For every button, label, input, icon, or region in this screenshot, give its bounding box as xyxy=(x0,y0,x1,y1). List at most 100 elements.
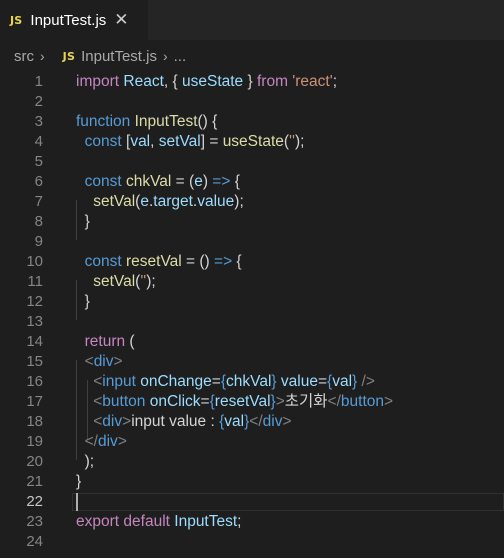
code-token: const xyxy=(84,253,122,270)
code-line[interactable]: 15 <div> xyxy=(0,352,504,372)
breadcrumb: src › JS InputTest.js › ... xyxy=(0,40,504,72)
breadcrumb-more[interactable]: ... xyxy=(174,48,187,65)
code-line[interactable]: 11 setVal(''); xyxy=(0,272,504,292)
line-number: 22 xyxy=(26,493,43,510)
code-token: = xyxy=(200,393,210,410)
code-token: { xyxy=(232,253,242,270)
code-token: onClick xyxy=(149,393,201,410)
code-text: <button onClick={resetVal}>초기화</button> xyxy=(76,392,393,412)
code-token: > xyxy=(113,353,123,370)
code-line[interactable]: 14 return ( xyxy=(0,332,504,352)
code-token: div xyxy=(97,433,118,450)
code-token: ; xyxy=(332,73,337,90)
code-line[interactable]: 22 xyxy=(0,492,504,512)
code-token: 'react' xyxy=(292,73,333,90)
code-text: import React, { useState } from 'react'; xyxy=(76,72,337,92)
breadcrumb-folder[interactable]: src xyxy=(14,48,34,65)
code-line[interactable]: 21} xyxy=(0,472,504,492)
code-token: 초기화 xyxy=(284,393,328,410)
code-token: resetVal xyxy=(214,393,271,410)
line-number: 16 xyxy=(26,373,43,390)
code-line[interactable]: 19 </div> xyxy=(0,432,504,452)
code-token: div xyxy=(102,413,123,430)
code-token: default xyxy=(123,513,170,530)
code-line[interactable]: 3 function InputTest() { xyxy=(0,112,504,132)
code-token: => xyxy=(214,253,233,270)
line-number: 9 xyxy=(34,233,43,250)
close-icon[interactable]: ✕ xyxy=(114,10,128,30)
code-token: button xyxy=(340,393,385,410)
line-number: 4 xyxy=(34,133,43,150)
code-line[interactable]: 1 import React, { useState } from 'react'… xyxy=(0,72,504,92)
chevron-right-icon: › xyxy=(40,48,45,64)
code-token: setVal xyxy=(93,193,136,210)
code-line[interactable]: 5 xyxy=(0,152,504,172)
code-token: ); xyxy=(234,193,244,210)
code-line[interactable]: 20 ); xyxy=(0,452,504,472)
code-token: useState xyxy=(222,133,284,150)
code-text: } xyxy=(76,472,81,492)
code-token: input value : xyxy=(131,413,220,430)
line-number: 5 xyxy=(34,153,43,170)
code-text: const resetVal = () => { xyxy=(76,252,242,272)
code-text: function InputTest() { xyxy=(76,112,217,132)
code-line[interactable]: 12 } xyxy=(0,292,504,312)
code-line[interactable]: 7 setVal(e.target.value); xyxy=(0,192,504,212)
code-token: input xyxy=(102,373,136,390)
code-token: < xyxy=(84,353,94,370)
code-line[interactable]: 9 xyxy=(0,232,504,252)
code-line[interactable]: 24 xyxy=(0,532,504,552)
code-token: < xyxy=(93,413,103,430)
code-text: <div> xyxy=(76,352,123,372)
line-number: 10 xyxy=(26,253,43,270)
code-token: ( xyxy=(125,333,135,350)
line-number: 12 xyxy=(26,293,43,310)
code-line[interactable]: 16 <input onChange={chkVal} value={val} … xyxy=(0,372,504,392)
code-text: setVal(''); xyxy=(76,272,156,292)
code-token: } xyxy=(76,213,90,230)
code-line[interactable]: 10 const resetVal = () => { xyxy=(0,252,504,272)
line-number: 24 xyxy=(26,533,43,550)
code-token: ); xyxy=(146,273,156,290)
code-line[interactable]: 6 const chkVal = (e) => { xyxy=(0,172,504,192)
code-line[interactable]: 13 xyxy=(0,312,504,332)
tab-bar: JS InputTest.js ✕ xyxy=(0,0,504,40)
code-text: <input onChange={chkVal} value={val} /> xyxy=(76,372,375,392)
code-text: const [val, setVal] = useState(''); xyxy=(76,132,305,152)
code-token: div xyxy=(93,353,114,370)
code-line[interactable]: 18 <div>input value : {val}</div> xyxy=(0,412,504,432)
breadcrumb-file[interactable]: InputTest.js xyxy=(81,48,157,65)
code-line[interactable]: 2 xyxy=(0,92,504,112)
code-token: value xyxy=(280,373,318,390)
line-number: 15 xyxy=(26,353,43,370)
line-number: 21 xyxy=(26,473,43,490)
code-token: from xyxy=(256,73,288,90)
code-text: return ( xyxy=(76,332,135,352)
code-line[interactable]: 23 export default InputTest; xyxy=(0,512,504,532)
code-token: = ( xyxy=(171,173,195,190)
code-token: { xyxy=(230,173,240,190)
code-text: setVal(e.target.value); xyxy=(76,192,244,212)
code-line[interactable]: 8 } xyxy=(0,212,504,232)
code-line[interactable]: 17 <button onClick={resetVal}>초기화</butto… xyxy=(0,392,504,412)
code-text: const chkVal = (e) => { xyxy=(76,172,240,192)
code-token: chkVal xyxy=(226,373,272,390)
code-line[interactable]: 4 const [val, setVal] = useState(''); xyxy=(0,132,504,152)
code-editor[interactable]: 1 import React, { useState } from 'react'… xyxy=(0,72,504,558)
code-token: , { xyxy=(163,73,182,90)
code-token: > xyxy=(117,433,127,450)
line-number: 2 xyxy=(34,93,43,110)
code-token: InputTest xyxy=(134,113,198,130)
line-number: 14 xyxy=(26,333,43,350)
code-token: setVal xyxy=(158,133,201,150)
code-token: > xyxy=(275,393,285,410)
line-number: 7 xyxy=(34,193,43,210)
code-token: return xyxy=(84,333,126,350)
js-file-icon: JS xyxy=(10,13,23,27)
line-number: 3 xyxy=(34,113,43,130)
tab-inputtest-js[interactable]: JS InputTest.js ✕ xyxy=(0,0,148,40)
